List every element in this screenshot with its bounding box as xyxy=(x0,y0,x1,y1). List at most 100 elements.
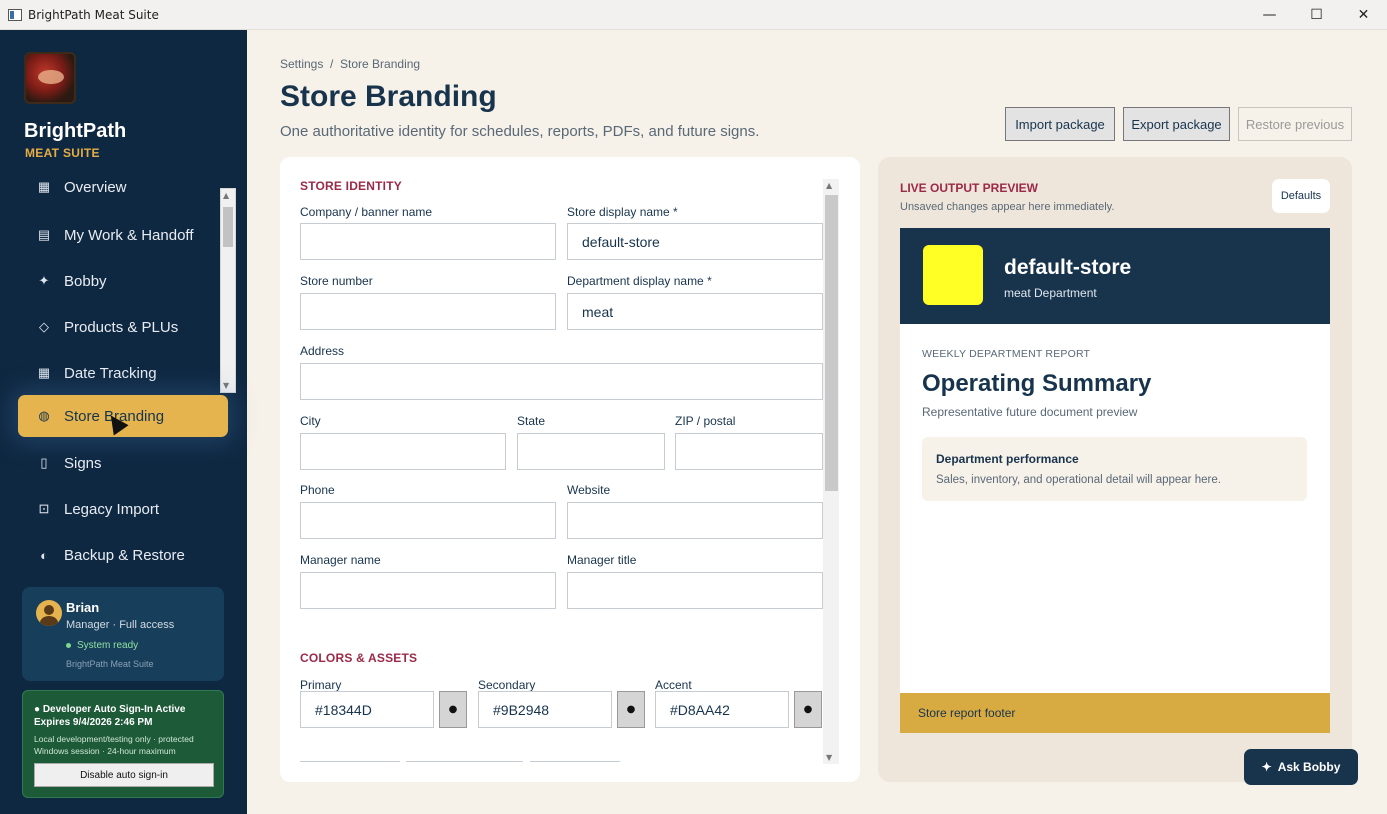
store-display-name-input[interactable]: default-store xyxy=(567,223,823,260)
company-input[interactable] xyxy=(300,223,556,260)
preview-card-title: Department performance xyxy=(936,452,1079,466)
export-package-button[interactable]: Export package xyxy=(1123,107,1230,141)
manager-title-input[interactable] xyxy=(567,572,823,609)
store-display-name-label: Store display name * xyxy=(567,205,678,219)
sidebar-item-my-work[interactable]: ▤ My Work & Handoff xyxy=(18,215,228,255)
dashboard-icon: ▦ xyxy=(37,180,51,194)
primary-color-picker[interactable]: ● xyxy=(439,691,467,728)
store-number-label: Store number xyxy=(300,274,373,288)
scroll-down-icon[interactable]: ▼ xyxy=(223,381,229,390)
brand-subtitle: MEAT SUITE xyxy=(25,146,100,160)
user-app-name: BrightPath Meat Suite xyxy=(66,659,154,669)
preview-footer-text: Store report footer xyxy=(918,706,1016,720)
disable-auto-signin-button[interactable]: Disable auto sign-in xyxy=(34,763,214,787)
city-input[interactable] xyxy=(300,433,506,470)
user-role: Manager · Full access xyxy=(66,619,175,631)
colors-assets-heading: COLORS & ASSETS xyxy=(300,651,418,665)
scrollbar-thumb[interactable] xyxy=(223,207,233,247)
company-label: Company / banner name xyxy=(300,205,433,219)
defaults-button[interactable]: Defaults xyxy=(1272,179,1330,213)
breadcrumb: Settings / Store Branding xyxy=(280,57,421,71)
scroll-up-icon[interactable]: ▲ xyxy=(223,191,229,200)
secondary-color-input[interactable]: #9B2948 xyxy=(478,691,612,728)
accent-color-picker[interactable]: ● xyxy=(794,691,822,728)
maximize-button[interactable]: ☐ xyxy=(1293,0,1340,30)
preview-department: meat Department xyxy=(1004,286,1097,300)
department-input[interactable]: meat xyxy=(567,293,823,330)
preview-document: default-store meat Department WEEKLY DEP… xyxy=(900,228,1330,733)
zip-label: ZIP / postal xyxy=(675,414,736,428)
sidebar-item-store-branding[interactable]: ◍ Store Branding xyxy=(18,395,228,437)
sidebar-item-label: Signs xyxy=(64,454,102,472)
preview-doc-header: default-store meat Department xyxy=(900,228,1330,324)
clipboard-icon: ▤ xyxy=(37,227,51,242)
sidebar-item-label: Bobby xyxy=(64,272,107,290)
scroll-up-icon[interactable]: ▲ xyxy=(826,181,832,190)
asset-field-stub xyxy=(530,761,620,767)
state-input[interactable] xyxy=(517,433,665,470)
ask-bobby-label: Ask Bobby xyxy=(1277,760,1341,774)
user-name: Brian xyxy=(66,600,100,615)
palette-icon: ◍ xyxy=(38,408,50,423)
accent-color-input[interactable]: #D8AA42 xyxy=(655,691,789,728)
page-title: Store Branding xyxy=(280,80,497,113)
zip-input[interactable] xyxy=(675,433,823,470)
sidebar-scrollbar[interactable]: ▲ ▼ xyxy=(220,188,236,393)
brand-name: BrightPath xyxy=(24,120,127,142)
sidebar-item-date-tracking[interactable]: ▦ Date Tracking xyxy=(18,353,228,393)
restore-previous-button[interactable]: Restore previous xyxy=(1238,107,1352,141)
minimize-button[interactable]: — xyxy=(1246,0,1293,30)
system-status-text: System ready xyxy=(77,640,139,651)
scrollbar-thumb[interactable] xyxy=(825,195,838,491)
sidebar-item-label: My Work & Handoff xyxy=(64,226,194,244)
store-number-input[interactable] xyxy=(300,293,556,330)
sidebar-item-legacy-import[interactable]: ⊡ Legacy Import xyxy=(18,489,228,529)
sign-icon: ▯ xyxy=(40,455,48,470)
sidebar: BrightPath MEAT SUITE ▦ Overview ▤ My Wo… xyxy=(0,30,247,814)
page-subtitle: One authoritative identity for schedules… xyxy=(280,123,760,140)
primary-color-input[interactable]: #18344D xyxy=(300,691,434,728)
website-input[interactable] xyxy=(567,502,823,539)
user-card: Brian Manager · Full access System ready… xyxy=(22,587,224,681)
phone-label: Phone xyxy=(300,483,335,497)
manager-title-label: Manager title xyxy=(567,553,637,567)
address-input[interactable] xyxy=(300,363,823,400)
dev-signin-description: Local development/testing only · protect… xyxy=(34,734,194,756)
sidebar-item-products[interactable]: ◇ Products & PLUs xyxy=(18,307,228,347)
asset-field-stub xyxy=(406,761,523,767)
close-button[interactable]: ✕ xyxy=(1340,0,1387,30)
ask-bobby-button[interactable]: ✦ Ask Bobby xyxy=(1244,749,1358,785)
phone-input[interactable] xyxy=(300,502,556,539)
shield-icon: ◐ xyxy=(40,547,48,563)
preview-footer: Store report footer xyxy=(900,693,1330,733)
form-scrollbar[interactable]: ▲ ▼ xyxy=(823,179,839,764)
developer-signin-card: ● Developer Auto Sign-In Active Expires … xyxy=(22,690,224,798)
manager-name-input[interactable] xyxy=(300,572,556,609)
preview-title: LIVE OUTPUT PREVIEW xyxy=(900,181,1039,195)
secondary-color-picker[interactable]: ● xyxy=(617,691,645,728)
sidebar-item-label: Legacy Import xyxy=(64,500,160,518)
state-label: State xyxy=(517,414,546,428)
sidebar-item-label: Overview xyxy=(64,180,127,196)
sidebar-item-label: Products & PLUs xyxy=(64,318,179,336)
import-package-button[interactable]: Import package xyxy=(1005,107,1115,141)
address-label: Address xyxy=(300,344,345,358)
window-titlebar: BrightPath Meat Suite — ☐ ✕ xyxy=(0,0,1387,30)
sidebar-item-signs[interactable]: ▯ Signs xyxy=(18,443,228,483)
sidebar-item-backup-restore[interactable]: ◐ Backup & Restore xyxy=(18,535,228,575)
asset-field-stub xyxy=(300,761,400,767)
sidebar-item-bobby[interactable]: ✦ Bobby xyxy=(18,261,228,301)
primary-color-label: Primary xyxy=(300,678,342,692)
sidebar-item-overview[interactable]: ▦ Overview xyxy=(18,180,228,207)
window-title: BrightPath Meat Suite xyxy=(28,7,159,22)
preview-store-name: default-store xyxy=(1004,256,1132,279)
import-icon: ⊡ xyxy=(38,501,50,516)
city-label: City xyxy=(300,414,321,428)
preview-subtitle: Unsaved changes appear here immediately. xyxy=(900,201,1115,213)
dev-signin-title: ● Developer Auto Sign-In Active Expires … xyxy=(34,704,186,728)
window-controls: — ☐ ✕ xyxy=(1246,0,1387,30)
tag-icon: ◇ xyxy=(39,319,49,334)
store-identity-heading: STORE IDENTITY xyxy=(300,179,402,193)
scroll-down-icon[interactable]: ▼ xyxy=(826,753,832,762)
preview-card-description: Sales, inventory, and operational detail… xyxy=(936,474,1221,486)
